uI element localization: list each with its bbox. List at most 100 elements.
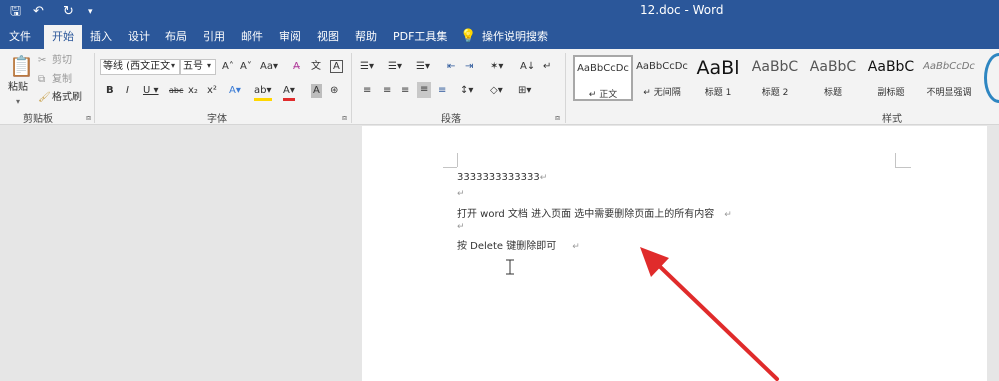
tab-mailings[interactable]: 邮件 (241, 25, 263, 49)
highlight-color-icon[interactable]: ab▾ (254, 84, 272, 101)
redo-icon[interactable]: ↻ (63, 3, 74, 21)
customize-toolbar-icon[interactable]: ▾ (88, 3, 93, 21)
font-size-dropdown-icon[interactable]: ▾ (207, 59, 211, 73)
tab-file[interactable]: 文件 (9, 25, 31, 49)
line-spacing-icon[interactable]: ↕▾ (460, 84, 473, 98)
tab-view[interactable]: 视图 (317, 25, 339, 49)
line-text: 打开 word 文档 进入页面 选中需要删除页面上的所有内容 (457, 209, 715, 220)
tab-references[interactable]: 引用 (203, 25, 225, 49)
underline-icon[interactable]: U ▾ (143, 84, 159, 98)
tab-design[interactable]: 设计 (128, 25, 150, 49)
align-center-icon[interactable]: ≡ (383, 84, 391, 98)
line-text: 3333333333333 (457, 172, 540, 183)
document-page[interactable]: 3333333333333↵ ↵ 打开 word 文档 进入页面 选中需要删除页… (362, 126, 987, 381)
cut-button[interactable]: 剪切 (52, 54, 72, 68)
style-title[interactable]: AaBbC 标题 (803, 55, 863, 101)
strikethrough-icon[interactable]: abc (169, 84, 183, 98)
copy-button[interactable]: 复制 (52, 73, 72, 87)
overlay-circle-icon (984, 53, 999, 103)
style-name: ↵ 无间隔 (643, 88, 681, 98)
font-color-icon[interactable]: A▾ (283, 84, 295, 101)
decrease-indent-icon[interactable]: ⇤ (447, 60, 455, 74)
style-heading-2[interactable]: AaBbC 标题 2 (745, 55, 805, 101)
style-sample: AaBbC (809, 59, 857, 75)
subscript-icon[interactable]: x₂ (188, 84, 198, 98)
save-icon[interactable]: 🖫 (10, 3, 21, 21)
tab-layout[interactable]: 布局 (165, 25, 187, 49)
style-name: ↵ 正文 (588, 90, 618, 100)
text-effects-icon[interactable]: A▾ (229, 84, 241, 98)
italic-icon[interactable]: I (126, 84, 129, 98)
show-formatting-marks-icon[interactable]: ↵ (543, 60, 551, 74)
tab-review[interactable]: 审阅 (279, 25, 301, 49)
document-line[interactable]: 按 Delete 键删除即可 ↵ (457, 237, 580, 252)
styles-group-label: 样式 (882, 114, 902, 125)
paragraph-launcher-icon[interactable]: ⧈ (555, 113, 560, 123)
align-left-icon[interactable]: ≡ (363, 84, 371, 98)
numbering-icon[interactable]: ☰▾ (388, 60, 402, 74)
font-launcher-icon[interactable]: ⧈ (342, 113, 347, 123)
style-name: 标题 2 (761, 88, 789, 98)
bullets-icon[interactable]: ☰▾ (360, 60, 374, 74)
font-name-value: 等线 (西文正文 (103, 61, 171, 72)
tab-pdf-tools[interactable]: PDF工具集 (393, 25, 447, 49)
undo-icon[interactable]: ↶ (33, 3, 44, 21)
style-name: 标题 (823, 88, 842, 98)
document-line[interactable]: 3333333333333↵ (457, 172, 547, 183)
tab-help[interactable]: 帮助 (355, 25, 377, 49)
justify-icon[interactable]: ≡ (417, 82, 432, 98)
format-painter-icon[interactable]: 🖌 (38, 91, 51, 105)
paragraph-mark: ↵ (457, 189, 465, 199)
style-heading-1[interactable]: AaBl 标题 1 (688, 55, 748, 101)
format-painter-button[interactable]: 格式刷 (52, 91, 82, 105)
paragraph-mark: ↵ (539, 173, 548, 183)
clipboard-icon[interactable]: 📋 (9, 55, 34, 77)
document-line[interactable]: ↵ (457, 221, 465, 232)
character-shading-icon[interactable]: A (311, 84, 322, 98)
multilevel-list-icon[interactable]: ☰▾ (416, 60, 430, 74)
grow-font-icon[interactable]: A˄ (222, 60, 234, 74)
style-sample: AaBl (696, 57, 740, 79)
clear-formatting-icon[interactable]: A̶ (293, 60, 300, 74)
tab-insert[interactable]: 插入 (90, 25, 112, 49)
style-normal[interactable]: AaBbCcDc ↵ 正文 (573, 55, 633, 101)
superscript-icon[interactable]: x² (207, 84, 217, 98)
borders-icon[interactable]: ⊞▾ (518, 84, 531, 98)
shrink-font-icon[interactable]: A˅ (240, 60, 252, 74)
shading-icon[interactable]: ◇▾ (490, 84, 503, 98)
increase-indent-icon[interactable]: ⇥ (465, 60, 473, 74)
document-line[interactable]: 打开 word 文档 进入页面 选中需要删除页面上的所有内容 ↵ (457, 205, 732, 220)
copy-icon[interactable]: ⧉ (38, 73, 45, 87)
asian-layout-icon[interactable]: ✶▾ (490, 60, 503, 74)
style-subtle-emphasis[interactable]: AaBbCcDc 不明显强调 (919, 55, 979, 101)
align-right-icon[interactable]: ≡ (401, 84, 409, 98)
style-name: 标题 1 (704, 88, 732, 98)
sort-icon[interactable]: A↓ (520, 60, 535, 74)
tab-home[interactable]: 开始 (44, 25, 82, 49)
style-sample: AaBbC (751, 59, 799, 75)
font-name-dropdown-icon[interactable]: ▾ (171, 59, 175, 73)
style-name: 副标题 (877, 88, 905, 98)
paste-button[interactable]: 粘贴 (8, 81, 28, 95)
clipboard-launcher-icon[interactable]: ⧈ (86, 113, 91, 123)
style-subtitle[interactable]: AaBbC 副标题 (861, 55, 921, 101)
document-line[interactable]: ↵ (457, 188, 465, 199)
group-divider (351, 53, 352, 123)
tell-me-search[interactable]: 操作说明搜索 (482, 25, 548, 49)
paragraph-mark: ↵ (457, 222, 465, 232)
lightbulb-icon: 💡 (460, 29, 477, 44)
phonetic-guide-icon[interactable]: 文 (311, 60, 321, 74)
style-no-spacing[interactable]: AaBbCcDc ↵ 无间隔 (632, 55, 692, 101)
enclose-characters-icon[interactable]: ⊛ (330, 84, 338, 98)
cut-icon[interactable]: ✂ (38, 54, 46, 68)
font-name-combo[interactable]: 等线 (西文正文 (100, 59, 180, 75)
paste-dropdown-icon[interactable]: ▾ (16, 95, 20, 109)
style-sample: AaBbCcDc (577, 63, 629, 74)
change-case-icon[interactable]: Aa▾ (260, 60, 278, 74)
margin-corner-mark (895, 167, 911, 168)
ribbon-tab-bar: 文件 开始 插入 设计 布局 引用 邮件 审阅 视图 帮助 PDF工具集 💡 操… (0, 25, 999, 49)
style-sample: AaBbC (867, 59, 915, 75)
character-border-icon[interactable]: A (330, 60, 343, 73)
distributed-icon[interactable]: ≡ (438, 84, 446, 98)
bold-icon[interactable]: B (106, 84, 114, 98)
